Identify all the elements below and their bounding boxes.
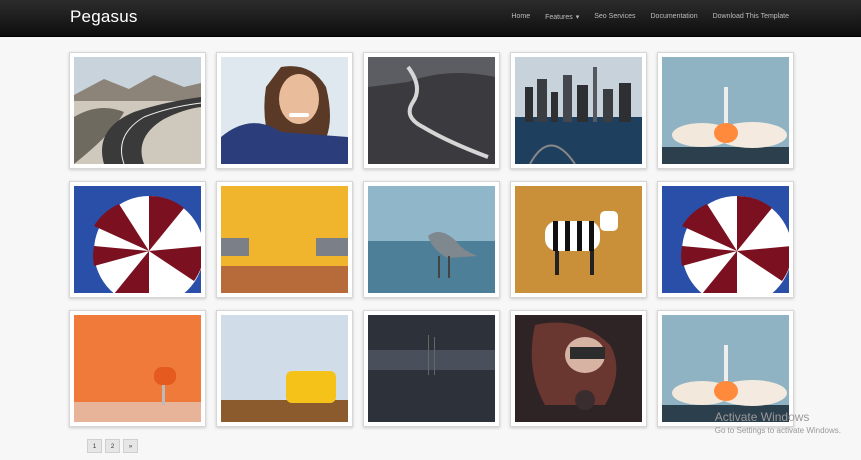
gallery-item-woman[interactable]	[216, 52, 353, 169]
road-image	[74, 57, 201, 164]
top-navbar: Pegasus Home Features ▾ Seo Services Docu…	[0, 0, 861, 37]
nav-seo-services[interactable]: Seo Services	[594, 13, 635, 21]
gallery-item-zebra[interactable]	[510, 181, 647, 298]
brand-logo[interactable]: Pegasus	[70, 7, 138, 27]
heron-image	[368, 186, 495, 293]
gallery-item-city[interactable]	[510, 52, 647, 169]
page-2-button[interactable]: 2	[105, 439, 120, 453]
gallery-item-umbrella[interactable]	[657, 181, 794, 298]
pagination: 1 2 »	[87, 439, 138, 453]
gallery-item-chairs-yellow[interactable]	[216, 181, 353, 298]
gallery-item-winding-road[interactable]	[363, 52, 500, 169]
woman-image	[221, 57, 348, 164]
rocket-image	[662, 57, 789, 164]
activate-windows-watermark: Activate Windows Go to Settings to activ…	[715, 410, 841, 435]
nav-features-label: Features	[545, 14, 573, 21]
chairs-yellow-image	[221, 186, 348, 293]
zebra-image	[515, 186, 642, 293]
gallery-item-road[interactable]	[69, 52, 206, 169]
main-menu: Home Features ▾ Seo Services Documentatio…	[511, 13, 789, 21]
gallery-item-armchair-yellow[interactable]	[216, 310, 353, 427]
gallery-item-chair-orange[interactable]	[69, 310, 206, 427]
misty-water-image	[368, 315, 495, 422]
umbrella-image	[662, 186, 789, 293]
woman-dark-image	[515, 315, 642, 422]
nav-home[interactable]: Home	[511, 13, 530, 21]
gallery-item-heron[interactable]	[363, 181, 500, 298]
gallery-item-misty-water[interactable]	[363, 310, 500, 427]
umbrella-image	[74, 186, 201, 293]
armchair-yellow-image	[221, 315, 348, 422]
next-page-button[interactable]: »	[123, 439, 138, 453]
watermark-subtitle: Go to Settings to activate Windows.	[714, 426, 841, 435]
rocket-image	[662, 315, 789, 422]
city-image	[515, 57, 642, 164]
chevron-down-icon: ▾	[575, 14, 580, 21]
nav-documentation[interactable]: Documentation	[651, 13, 698, 21]
winding-road-image	[368, 57, 495, 164]
page-1-button[interactable]: 1	[87, 439, 102, 453]
watermark-title: Activate Windows	[714, 410, 810, 424]
nav-download-template[interactable]: Download This Template	[713, 13, 789, 21]
gallery-item-woman-dark[interactable]	[510, 310, 647, 427]
chair-orange-image	[74, 315, 201, 422]
gallery-item-rocket[interactable]	[657, 52, 794, 169]
gallery-item-umbrella[interactable]	[69, 181, 206, 298]
nav-features[interactable]: Features ▾	[545, 13, 579, 21]
